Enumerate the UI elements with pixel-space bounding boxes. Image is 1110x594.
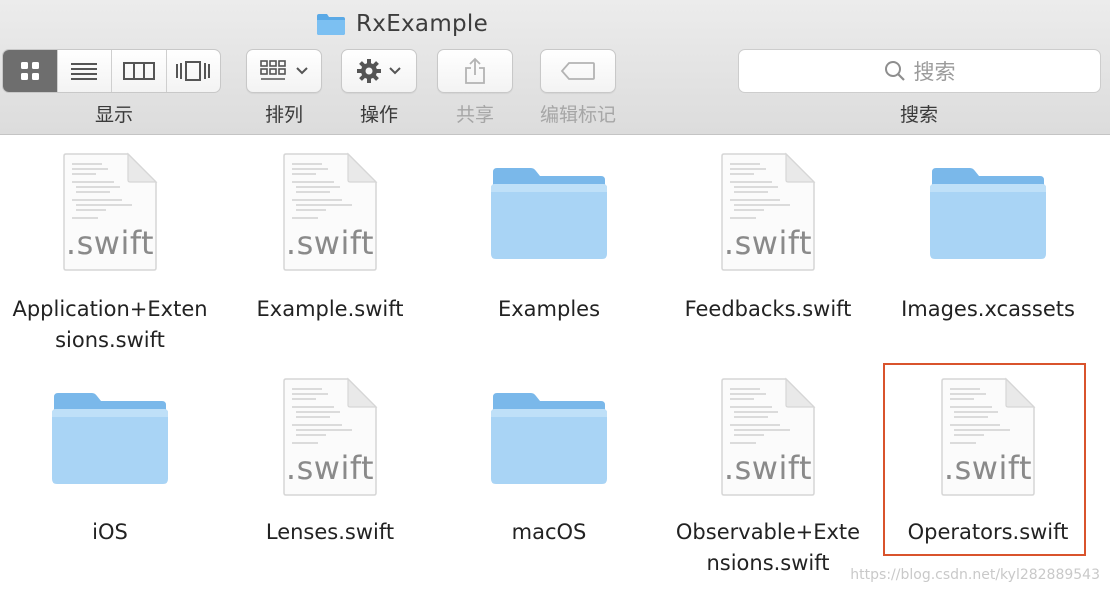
cover-flow-button[interactable]	[167, 50, 221, 92]
column-view-button[interactable]	[112, 50, 167, 92]
file-extension-text: .swift	[285, 449, 375, 487]
window-title: RxExample	[316, 9, 488, 39]
edit-tags-button[interactable]	[540, 49, 616, 93]
file-extension-text: .swift	[285, 224, 375, 262]
share-button[interactable]	[437, 49, 513, 93]
icon-view-button[interactable]	[3, 50, 58, 92]
tag-icon	[560, 62, 595, 80]
folder-icon	[316, 12, 346, 36]
chevron-down-icon	[296, 67, 308, 75]
arrange-button[interactable]	[246, 49, 322, 93]
folder-icon	[50, 391, 170, 487]
folder-icon	[928, 166, 1048, 262]
share-label: 共享	[455, 104, 494, 126]
file-name-label: Feedbacks.swift	[684, 297, 852, 321]
folder-icon	[489, 166, 609, 262]
list-view-button[interactable]	[58, 50, 112, 92]
file-name-label: iOS	[92, 520, 128, 544]
edit-tags-label: 编辑标记	[539, 104, 616, 126]
share-icon	[465, 57, 485, 84]
swift-file-icon: .swift	[720, 152, 816, 272]
cover-flow-icon	[176, 61, 211, 81]
file-name-label: Lenses.swift	[265, 520, 395, 544]
action-label: 操作	[359, 104, 398, 126]
file-extension-text: .swift	[65, 224, 155, 262]
file-name-label: Observable+Exte nsions.swift	[675, 520, 861, 575]
folder-icon	[489, 391, 609, 487]
chevron-down-icon	[389, 67, 401, 75]
window-title-text: RxExample	[356, 11, 489, 37]
file-extension-text: .swift	[723, 224, 813, 262]
watermark: https://blog.csdn.net/kyl282889543	[850, 567, 1100, 583]
search-icon	[884, 61, 905, 81]
arrange-label: 排列	[264, 104, 303, 126]
swift-file-icon: .swift	[62, 152, 158, 272]
file-name-label: Example.swift	[256, 297, 404, 321]
swift-file-icon: .swift	[282, 152, 378, 272]
file-extension-text: .swift	[723, 449, 813, 487]
file-name-label: macOS	[511, 520, 587, 544]
column-view-icon	[122, 62, 155, 80]
view-label: 显示	[94, 104, 133, 126]
search-field[interactable]: 搜索	[738, 49, 1101, 93]
file-name-label: Images.xcassets	[901, 297, 1075, 321]
finder-toolbar: RxExample 显示 排列 操作 共享 编辑标记 搜索 搜索	[0, 0, 1110, 135]
search-label: 搜索	[899, 104, 938, 126]
file-name-label: Examples	[497, 297, 601, 321]
search-placeholder: 搜索	[913, 60, 956, 84]
list-view-icon	[71, 63, 98, 80]
swift-file-icon: .swift	[720, 377, 816, 497]
action-button[interactable]	[341, 49, 417, 93]
gear-icon	[357, 59, 381, 83]
file-name-label: Application+Exten sions.swift	[12, 297, 208, 352]
icon-view-icon	[20, 62, 39, 80]
view-mode-control	[2, 49, 221, 93]
swift-file-icon: .swift	[282, 377, 378, 497]
selection-highlight	[883, 363, 1086, 556]
arrange-grid-icon	[260, 60, 286, 80]
